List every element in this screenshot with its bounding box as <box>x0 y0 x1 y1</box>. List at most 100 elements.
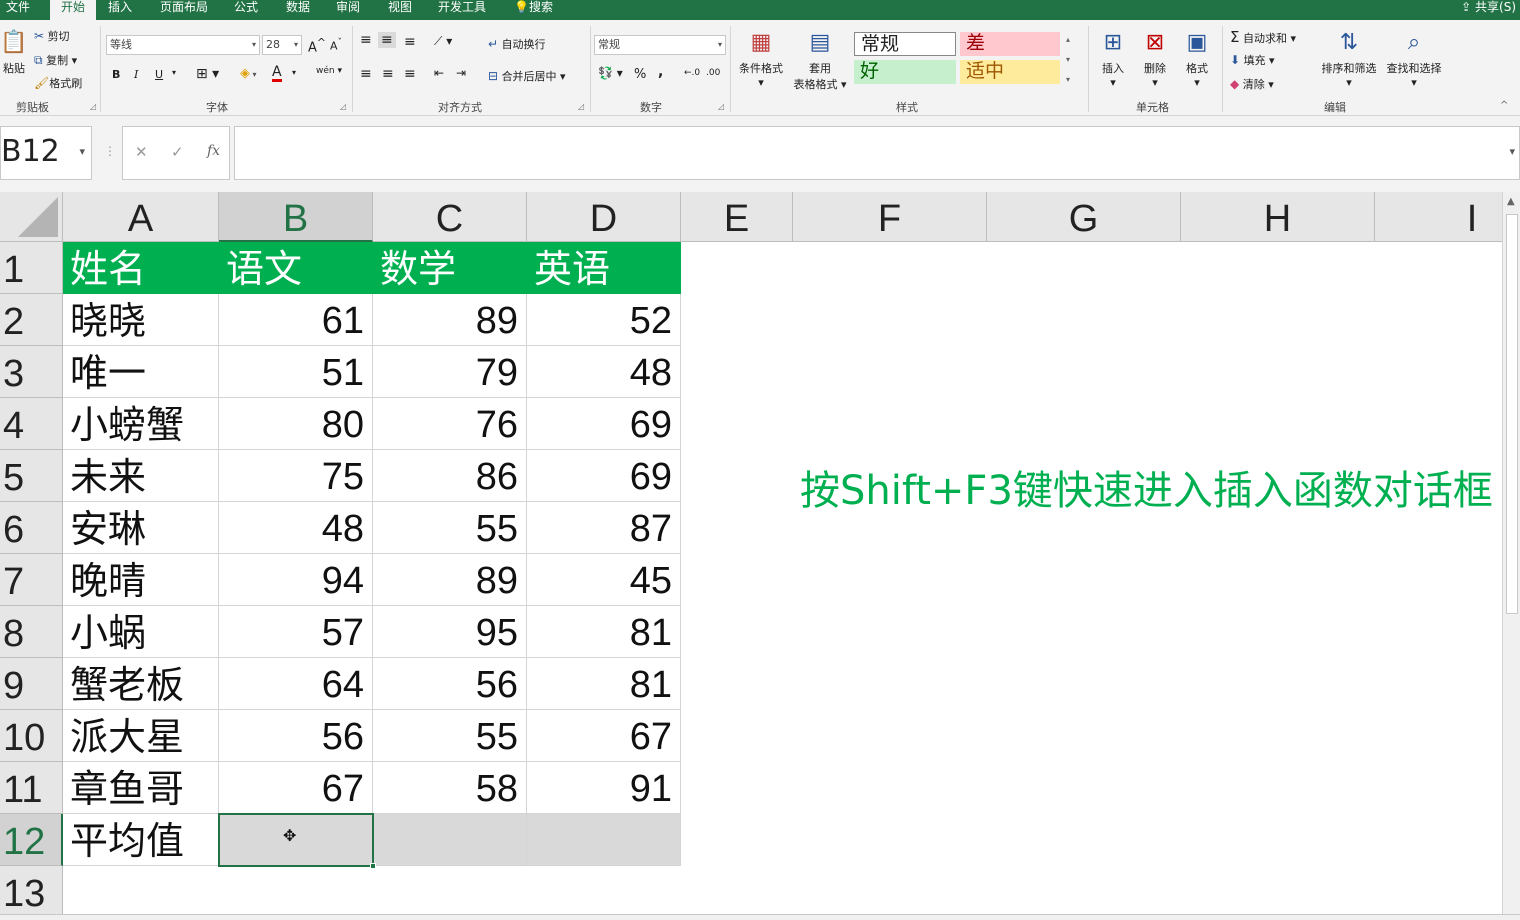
score-cell[interactable]: 51 <box>219 346 373 398</box>
bold-button[interactable]: B <box>112 68 120 81</box>
row-header-8[interactable]: 8 <box>0 606 63 658</box>
collapse-ribbon-icon[interactable]: ^ <box>1500 100 1508 111</box>
column-header-i[interactable]: I <box>1375 192 1502 242</box>
wrap-text-button[interactable]: ↵ 自动换行 <box>488 36 546 52</box>
name-cell[interactable]: 蟹老板 <box>63 658 219 710</box>
italic-button[interactable]: I <box>134 68 138 81</box>
header-cell[interactable]: 语文 <box>219 242 373 294</box>
align-right-icon[interactable]: ≡ <box>404 66 416 82</box>
worksheet-grid[interactable]: ABCDEFGHI 1 2 3 4 5 6 7 8 9 10 11 12 13 姓名 语文 数学 英语 晓晓 61… <box>0 192 1502 914</box>
align-middle-icon[interactable]: ≡ <box>378 32 396 48</box>
column-header-g[interactable]: G <box>987 192 1181 242</box>
tab-page-layout[interactable]: 页面布局 <box>156 0 212 20</box>
score-cell[interactable]: 81 <box>527 658 681 710</box>
cancel-icon[interactable]: ✕ <box>135 143 148 161</box>
align-center-icon[interactable]: ≡ <box>382 66 394 82</box>
name-cell[interactable]: 小蜗 <box>63 606 219 658</box>
merge-center-button[interactable]: ⊟ 合并后居中 ▾ <box>488 68 566 84</box>
decrease-font-icon[interactable]: Aˇ <box>330 37 342 53</box>
score-cell[interactable]: 56 <box>219 710 373 762</box>
row-header-3[interactable]: 3 <box>0 346 63 398</box>
insert-cells-button[interactable]: ⊞ 插入 ▾ <box>1094 26 1132 89</box>
tab-file[interactable]: 文件 <box>2 0 34 20</box>
cell-style-neutral[interactable]: 适中 <box>960 60 1060 84</box>
align-bottom-icon[interactable]: ≡ <box>404 34 416 50</box>
font-color-icon[interactable]: A <box>272 65 282 82</box>
format-painter-button[interactable]: 🖌格式刷 <box>34 75 82 91</box>
name-cell[interactable]: 晚晴 <box>63 554 219 606</box>
column-header-c[interactable]: C <box>373 192 527 242</box>
score-cell[interactable]: 45 <box>527 554 681 606</box>
autosum-button[interactable]: Σ 自动求和 ▾ <box>1230 28 1296 46</box>
increase-indent-icon[interactable]: ⇥ <box>456 66 466 80</box>
chevron-down-icon[interactable]: ▾ <box>1509 145 1515 158</box>
vertical-scrollbar[interactable]: ▲ <box>1502 192 1520 914</box>
score-cell[interactable]: 58 <box>373 762 527 814</box>
format-cells-button[interactable]: ▣ 格式 ▾ <box>1178 26 1216 89</box>
score-cell[interactable]: 67 <box>219 762 373 814</box>
row-header-12[interactable]: 12 <box>0 814 63 866</box>
average-cell[interactable] <box>527 814 681 866</box>
font-launcher-icon[interactable]: ◿ <box>340 102 346 111</box>
clipboard-launcher-icon[interactable]: ◿ <box>90 102 96 111</box>
cell-style-normal[interactable]: 常规 <box>854 32 956 56</box>
number-format-select[interactable]: 常规 ▾ <box>594 35 726 55</box>
score-cell[interactable]: 76 <box>373 398 527 450</box>
name-cell[interactable]: 小螃蟹 <box>63 398 219 450</box>
score-cell[interactable]: 89 <box>373 294 527 346</box>
insert-function-icon[interactable]: fx <box>207 143 220 159</box>
score-cell[interactable]: 89 <box>373 554 527 606</box>
paste-button[interactable]: 📋 粘贴 <box>0 26 28 76</box>
score-cell[interactable]: 55 <box>373 502 527 554</box>
row-header-13[interactable]: 13 <box>0 866 63 914</box>
comma-style-button[interactable]: , <box>658 64 663 80</box>
delete-cells-button[interactable]: ⊠ 删除 ▾ <box>1136 26 1174 89</box>
score-cell[interactable]: 56 <box>373 658 527 710</box>
name-cell[interactable]: 安琳 <box>63 502 219 554</box>
styles-scroll-icon[interactable]: ▴ ▾ ▾ <box>1066 30 1070 90</box>
average-label-cell[interactable]: 平均值 <box>63 814 219 866</box>
score-cell[interactable]: 86 <box>373 450 527 502</box>
score-cell[interactable]: 57 <box>219 606 373 658</box>
score-cell[interactable]: 55 <box>373 710 527 762</box>
orientation-icon[interactable]: ⟋ ▾ <box>434 34 452 49</box>
score-cell[interactable]: 75 <box>219 450 373 502</box>
name-cell[interactable]: 唯一 <box>63 346 219 398</box>
score-cell[interactable]: 48 <box>527 346 681 398</box>
underline-button[interactable]: U <box>155 68 163 81</box>
column-header-h[interactable]: H <box>1181 192 1375 242</box>
tab-formulas[interactable]: 公式 <box>230 0 262 20</box>
score-cell[interactable]: 64 <box>219 658 373 710</box>
row-header-2[interactable]: 2 <box>0 294 63 346</box>
header-cell[interactable]: 数学 <box>373 242 527 294</box>
tab-insert[interactable]: 插入 <box>104 0 136 20</box>
borders-icon[interactable]: ⊞ ▾ <box>196 66 219 82</box>
font-size-select[interactable]: 28 ▾ <box>262 35 302 55</box>
increase-decimal-icon[interactable]: ←.0 <box>684 68 700 78</box>
clear-button[interactable]: ◆ 清除 ▾ <box>1230 76 1274 92</box>
header-cell[interactable]: 英语 <box>527 242 681 294</box>
column-header-d[interactable]: D <box>527 192 681 242</box>
percent-button[interactable]: % <box>634 67 646 82</box>
score-cell[interactable]: 69 <box>527 450 681 502</box>
name-cell[interactable]: 未来 <box>63 450 219 502</box>
sort-filter-button[interactable]: ⇅ 排序和筛选 ▾ <box>1318 26 1380 89</box>
phonetic-guide-button[interactable]: wén ▾ <box>316 66 342 76</box>
header-cell[interactable]: 姓名 <box>63 242 219 294</box>
tab-view[interactable]: 视图 <box>384 0 416 20</box>
number-launcher-icon[interactable]: ◿ <box>718 102 724 111</box>
score-cell[interactable]: 94 <box>219 554 373 606</box>
row-header-7[interactable]: 7 <box>0 554 63 606</box>
score-cell[interactable]: 52 <box>527 294 681 346</box>
scroll-up-icon[interactable]: ▲ <box>1507 196 1515 207</box>
score-cell[interactable]: 48 <box>219 502 373 554</box>
name-box[interactable]: B12 ▾ <box>0 126 92 180</box>
tab-review[interactable]: 审阅 <box>332 0 364 20</box>
row-header-9[interactable]: 9 <box>0 658 63 710</box>
tab-data[interactable]: 数据 <box>282 0 314 20</box>
currency-icon[interactable]: 💱 ▾ <box>598 66 623 80</box>
align-left-icon[interactable]: ≡ <box>360 66 372 82</box>
format-as-table-button[interactable]: ▤ 套用 表格格式 ▾ <box>790 26 850 92</box>
score-cell[interactable]: 95 <box>373 606 527 658</box>
cell-style-good[interactable]: 好 <box>854 60 956 84</box>
